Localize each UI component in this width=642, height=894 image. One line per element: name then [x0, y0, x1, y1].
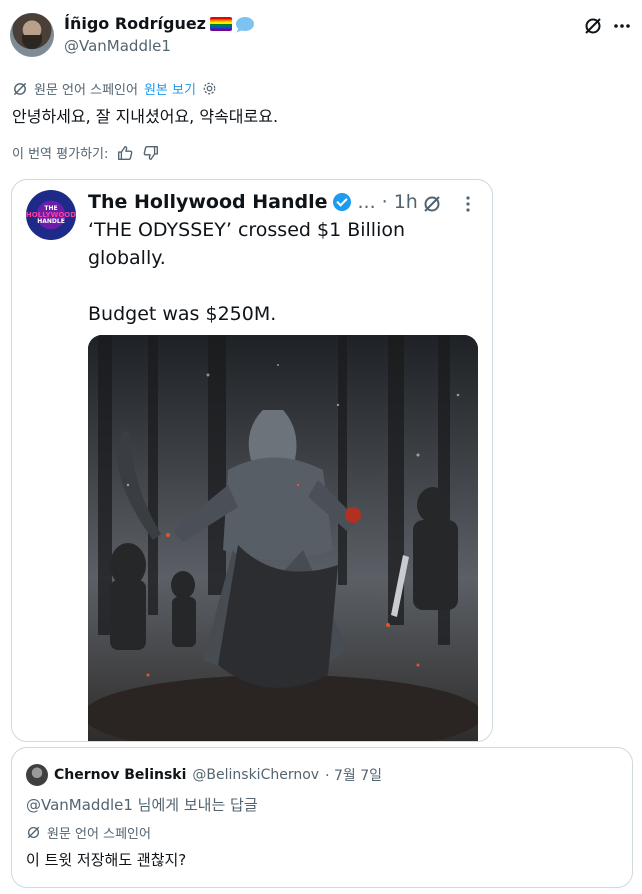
- author-name-row[interactable]: Íñigo Rodríguez: [64, 14, 254, 33]
- speech-bubble-icon: [236, 16, 254, 31]
- tweet-text: 안녕하세요, 잘 지내셨어요, 약속대로요.: [12, 107, 279, 126]
- view-original-link[interactable]: 원본 보기: [144, 79, 196, 98]
- warrior-artwork: [88, 335, 478, 741]
- hollywood-handle-logo[interactable]: THE HOLLYWOOD HANDLE: [26, 190, 76, 240]
- quoted-line-1: ‘THE ODYSSEY’ crossed $1 Billion globall…: [88, 219, 406, 269]
- author-avatar[interactable]: [10, 13, 54, 57]
- author-name[interactable]: Íñigo Rodríguez: [64, 14, 206, 33]
- thumbs-up-icon[interactable]: [116, 144, 134, 162]
- quoted-ellipsis: ...: [357, 191, 376, 213]
- more-icon[interactable]: [610, 14, 634, 38]
- reply-text: 이 트윗 저장해도 괜찮지?: [26, 851, 187, 869]
- reply-to-line[interactable]: @VanMaddle1 님에게 보내는 답글: [26, 794, 258, 815]
- quoted-time[interactable]: · 1h: [382, 191, 418, 213]
- quoted-post-image[interactable]: [88, 335, 478, 741]
- quoted-post-card[interactable]: THE HOLLYWOOD HANDLE The Hollywood Handl…: [11, 179, 493, 742]
- translated-from-label: 원문 언어 스페인어: [34, 83, 138, 98]
- reply-date[interactable]: · 7월 7일: [325, 765, 382, 785]
- author-handle[interactable]: @VanMaddle1: [64, 37, 171, 55]
- reply-author-row[interactable]: Chernov Belinski @BelinskiChernov · 7월 7…: [26, 764, 382, 786]
- reply-author-name[interactable]: Chernov Belinski: [54, 767, 186, 783]
- quoted-post-text: ‘THE ODYSSEY’ crossed $1 Billion globall…: [88, 216, 428, 328]
- quoted-author-name[interactable]: The Hollywood Handle: [88, 191, 327, 213]
- translate-icon: [13, 82, 27, 95]
- reply-translation-info: 원문 언어 스페인어: [26, 823, 151, 842]
- translation-info: 원문 언어 스페인어 원본 보기: [12, 79, 217, 98]
- grok-icon[interactable]: [420, 192, 444, 216]
- rate-translation-label: 이 번역 평가하기:: [12, 147, 109, 162]
- reply-translated-from: 원문 언어 스페인어: [47, 827, 151, 842]
- more-icon[interactable]: [462, 192, 474, 216]
- settings-icon[interactable]: [202, 81, 217, 96]
- quote-reply-card[interactable]: Chernov Belinski @BelinskiChernov · 7월 7…: [11, 747, 633, 888]
- thumbs-down-icon[interactable]: [142, 144, 160, 162]
- reply-author-handle[interactable]: @BelinskiChernov: [192, 767, 319, 783]
- rainbow-flag-icon: [210, 16, 232, 31]
- grok-icon[interactable]: [581, 14, 605, 38]
- reply-author-avatar[interactable]: [26, 764, 48, 786]
- quoted-author-row[interactable]: The Hollywood Handle ... · 1h: [88, 191, 418, 213]
- quoted-line-2: Budget was $250M.: [88, 303, 277, 325]
- verified-icon: [333, 193, 352, 211]
- rate-translation-row: 이 번역 평가하기:: [12, 143, 160, 162]
- translate-icon: [27, 826, 40, 839]
